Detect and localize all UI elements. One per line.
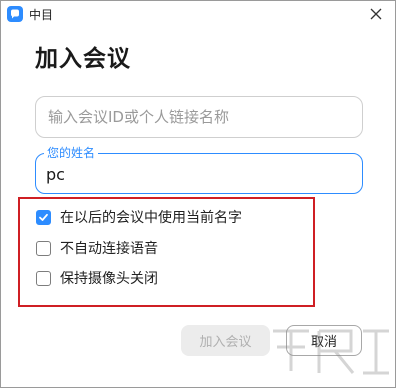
name-field[interactable]: 您的姓名 [35,145,363,194]
close-button[interactable] [361,1,391,27]
join-meeting-dialog: 中目 加入会议 您的姓名 在以后的会议中使用当前名字 不自动连接语音 保持摄像头… [0,0,396,388]
title-bar: 中目 [1,1,395,27]
option-no-auto-audio[interactable]: 不自动连接语音 [36,239,158,257]
meeting-id-input[interactable] [35,96,363,138]
checkmark-icon [39,213,48,221]
option-label: 不自动连接语音 [60,241,158,257]
watermark-logo [273,329,389,375]
app-logo-icon [7,6,23,22]
remember-name-checkbox[interactable] [36,209,51,225]
option-camera-off[interactable]: 保持摄像头关闭 [36,269,158,287]
option-label: 保持摄像头关闭 [60,271,158,287]
option-label: 在以后的会议中使用当前名字 [60,210,242,226]
close-icon [370,8,382,20]
dialog-heading: 加入会议 [35,46,131,72]
join-button[interactable]: 加入会议 [181,325,270,356]
no-auto-audio-checkbox[interactable] [36,240,51,256]
name-field-label: 您的姓名 [44,145,99,161]
camera-off-checkbox[interactable] [36,270,51,286]
option-remember-name[interactable]: 在以后的会议中使用当前名字 [36,208,242,226]
name-input[interactable] [46,163,346,185]
window-title: 中目 [29,8,54,22]
